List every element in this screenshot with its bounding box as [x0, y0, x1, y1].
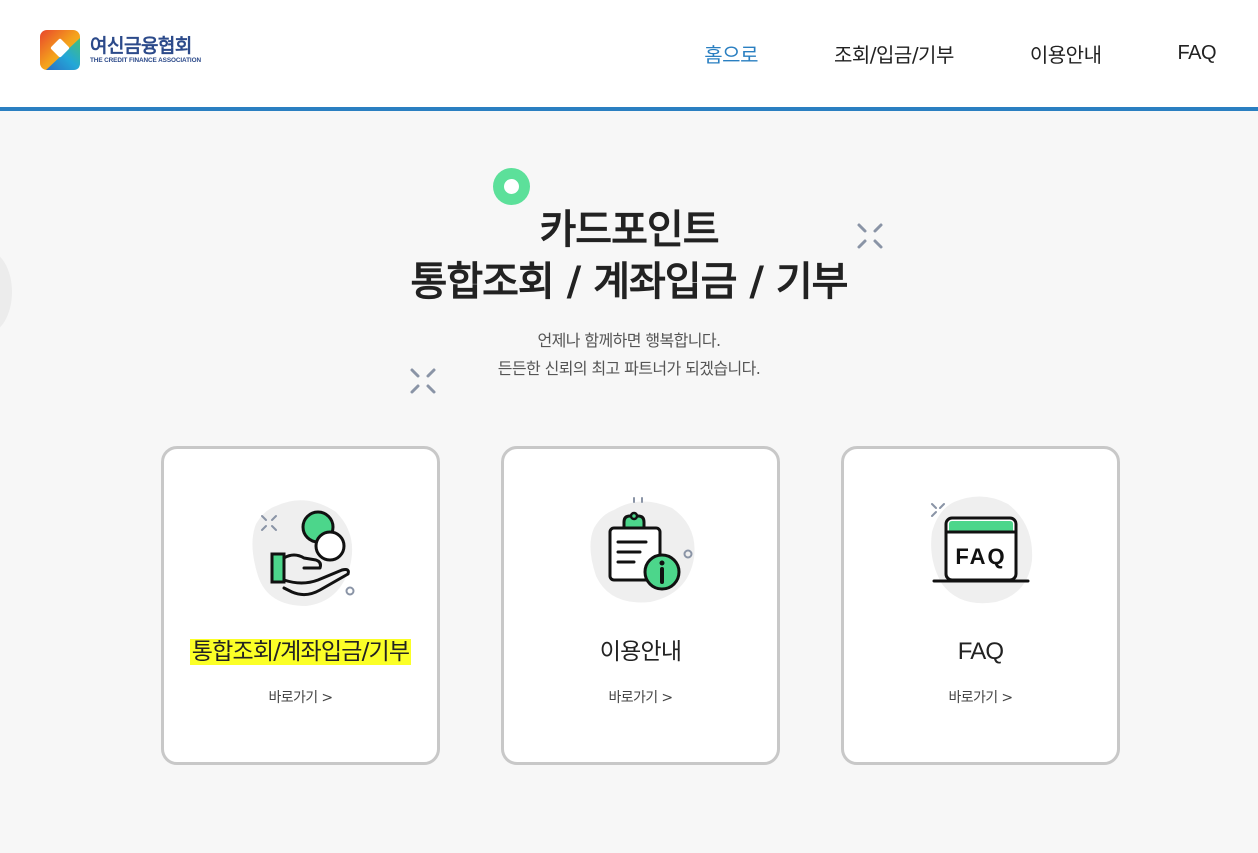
hero-title-line2: 통합조회 / 계좌입금 / 기부	[410, 259, 849, 305]
logo-text-en: THE CREDIT FINANCE ASSOCIATION	[90, 57, 201, 64]
nav-faq[interactable]: FAQ	[1177, 0, 1216, 107]
card-faq[interactable]: FAQ FAQ 바로가기 >	[841, 446, 1120, 765]
svg-text:FAQ: FAQ	[955, 544, 1006, 569]
card-go-link[interactable]: 바로가기 >	[164, 687, 437, 707]
main-nav: 홈으로 조회/입금/기부 이용안내 FAQ	[628, 0, 1216, 111]
logo-text-ko: 여신금융협회	[90, 35, 192, 57]
logo-icon	[40, 30, 80, 70]
card-title: FAQ	[957, 638, 1004, 665]
nav-home[interactable]: 홈으로	[704, 0, 758, 111]
hero-title-line1: 카드포인트	[539, 207, 720, 253]
hand-coins-icon	[240, 494, 360, 609]
logo-home-link[interactable]: 여신금융협회 THE CREDIT FINANCE ASSOCIATION	[40, 30, 201, 70]
card-go-link[interactable]: 바로가기 >	[504, 687, 777, 707]
card-title: 통합조회/계좌입금/기부	[189, 639, 412, 665]
faq-window-icon: FAQ	[920, 494, 1040, 609]
hero-subtitle-line2: 든든한 신뢰의 최고 파트너가 되겠습니다.	[497, 359, 761, 378]
clipboard-info-icon	[580, 494, 700, 609]
card-title: 이용안내	[599, 639, 682, 665]
card-inquiry-deposit-donate[interactable]: 통합조회/계좌입금/기부 바로가기 >	[161, 446, 440, 765]
decorative-ring-icon	[493, 168, 530, 205]
site-header: 여신금융협회 THE CREDIT FINANCE ASSOCIATION 홈으…	[0, 0, 1258, 111]
card-guide[interactable]: 이용안내 바로가기 >	[501, 446, 780, 765]
nav-inquiry-deposit-donate[interactable]: 조회/입금/기부	[834, 0, 954, 107]
nav-guide[interactable]: 이용안내	[1030, 0, 1102, 107]
card-go-link[interactable]: 바로가기 >	[844, 687, 1117, 707]
hero-subtitle-line1: 언제나 함께하면 행복합니다.	[537, 331, 722, 350]
